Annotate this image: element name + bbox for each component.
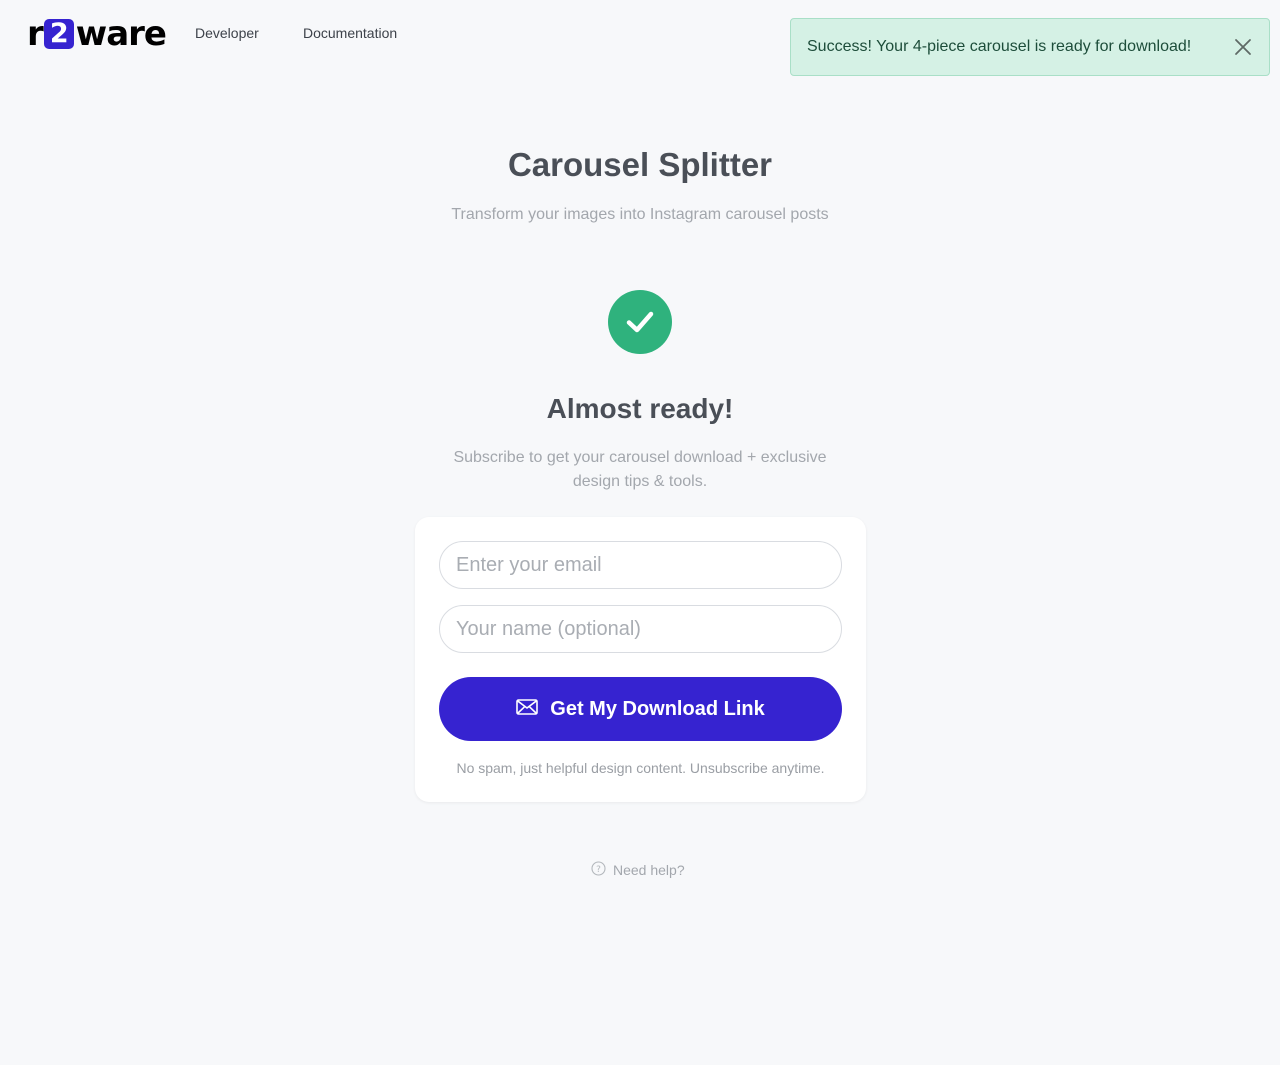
nav-developer-link[interactable]: Developer [195,25,259,41]
envelope-icon [516,698,539,721]
get-download-link-label: Get My Download Link [550,697,765,720]
logo-text-right: ware [75,14,167,54]
get-download-link-button[interactable]: Get My Download Link [439,677,842,741]
logo[interactable]: r 2 ware [27,14,167,54]
svg-text:?: ? [596,865,601,875]
toast-message: Success! Your 4-piece carousel is ready … [807,38,1192,55]
need-help-label: Need help? [613,862,685,878]
fineprint: No spam, just helpful design content. Un… [456,760,825,776]
page: r 2 ware Developer Documentation Success! … [0,0,1280,1065]
need-help-link[interactable]: ? Need help? [591,860,685,880]
ready-description: Subscribe to get your carousel download … [453,449,827,490]
checkmark-icon [608,290,672,354]
close-icon[interactable] [1233,37,1253,57]
page-title: Carousel Splitter [507,146,773,183]
page-subtitle: Transform your images into Instagram car… [451,206,829,223]
question-circle-icon: ? [591,861,606,879]
logo-mark: 2 [43,19,74,49]
subscribe-card: Get My Download Link No spam, just helpf… [415,517,866,802]
header: r 2 ware Developer Documentation Success! … [0,0,1280,80]
name-input[interactable] [439,605,842,653]
nav-documentation-link[interactable]: Documentation [303,25,397,41]
ready-heading: Almost ready! [546,393,734,424]
logo-text-left: r [27,14,44,54]
email-input[interactable] [439,541,842,589]
success-toast: Success! Your 4-piece carousel is ready … [790,18,1270,76]
